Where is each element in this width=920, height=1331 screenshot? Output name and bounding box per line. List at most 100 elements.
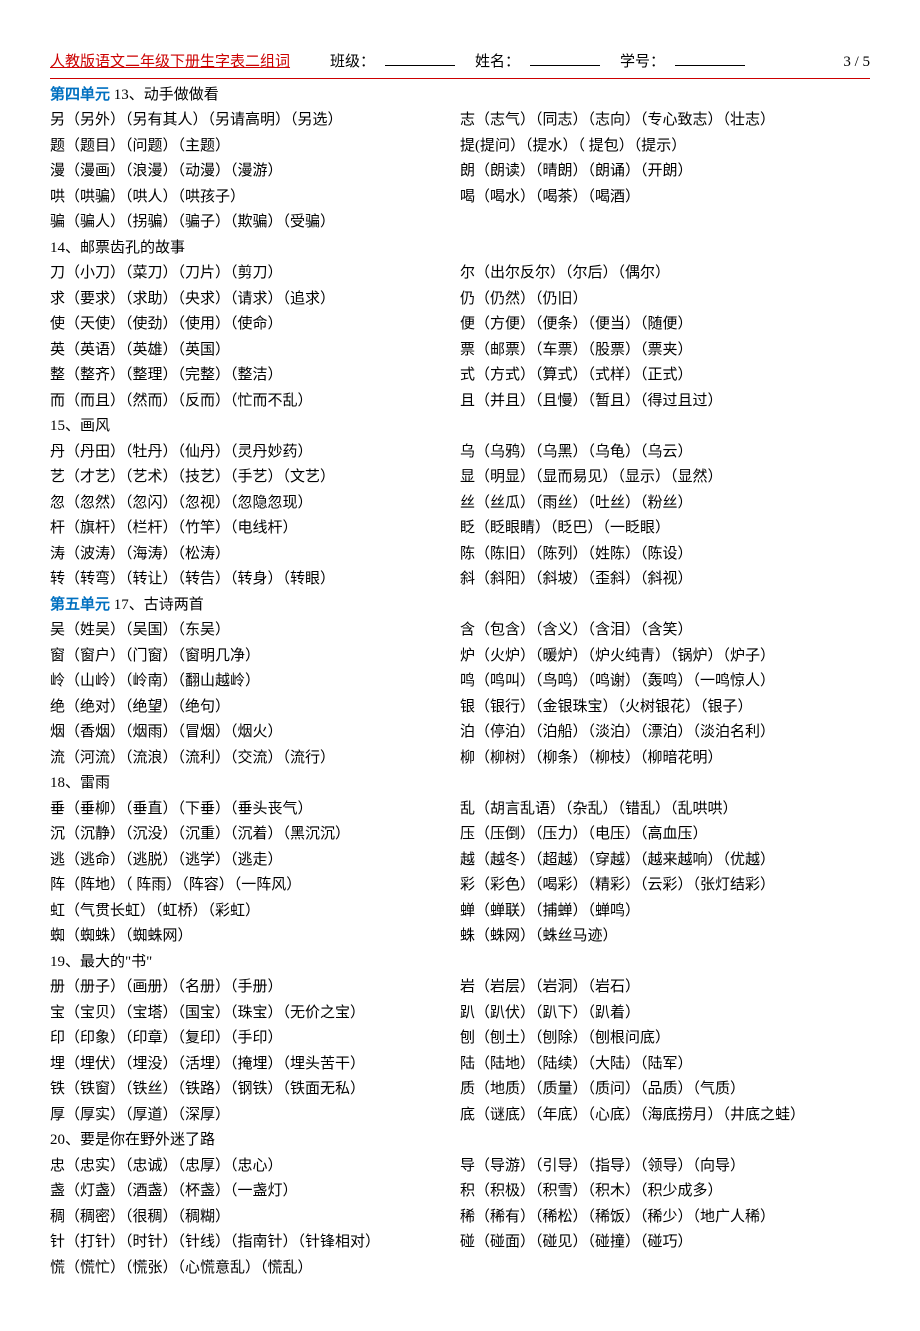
word-row: 吴（姓吴）（吴国）（东吴）含（包含）（含义）（含泪）（含笑） [50, 618, 870, 644]
word-entry-right: 斜（斜阳）（斜坡）（歪斜）（斜视） [460, 567, 870, 593]
word-row: 慌（慌忙）（慌张）（心慌意乱）（慌乱） [50, 1256, 870, 1282]
word-entry-left: 另（另外）（另有其人）（另请高明）（另选） [50, 108, 460, 134]
word-entry-right: 且（并且）（且慢）（暂且）（得过且过） [460, 389, 870, 415]
word-row: 厚（厚实）（厚道）（深厚）底（谜底）（年底）（心底）（海底捞月）（井底之蛙） [50, 1103, 870, 1129]
class-label: 班级： [330, 50, 375, 76]
word-entry-left: 而（而且）（然而）（反而）（忙而不乱） [50, 389, 460, 415]
class-blank [385, 50, 455, 66]
word-entry-left: 厚（厚实）（厚道）（深厚） [50, 1103, 460, 1129]
page-header: 人教版语文二年级下册生字表二组词 班级： 姓名： 学号： 3 / 5 [50, 50, 870, 79]
word-entry-right: 底（谜底）（年底）（心底）（海底捞月）（井底之蛙） [460, 1103, 870, 1129]
word-entry-right: 陆（陆地）（陆续）（大陆）（陆军） [460, 1052, 870, 1078]
word-entry-right: 乱（胡言乱语）（杂乱）（错乱）（乱哄哄） [460, 797, 870, 823]
word-row: 忠（忠实）（忠诚）（忠厚）（忠心）导（导游）（引导）（指导）（领导）（向导） [50, 1154, 870, 1180]
word-entry-right [460, 1256, 870, 1282]
word-entry-right: 鸣（鸣叫）（鸟鸣）（鸣谢）（轰鸣）（一鸣惊人） [460, 669, 870, 695]
word-entry-right: 刨（刨土）（刨除）（刨根问底） [460, 1026, 870, 1052]
word-row: 艺（才艺）（艺术）（技艺）（手艺）（文艺）显（明显）（显而易见）（显示）（显然） [50, 465, 870, 491]
word-entry-left: 册（册子）（画册）（名册）（手册） [50, 975, 460, 1001]
word-row: 漫（漫画）（浪漫）（动漫）（漫游）朗（朗读）（晴朗）（朗诵）（开朗） [50, 159, 870, 185]
lesson-heading: 18、雷雨 [50, 771, 870, 797]
word-entry-left: 漫（漫画）（浪漫）（动漫）（漫游） [50, 159, 460, 185]
word-entry-left: 忽（忽然）（忽闪）（忽视）（忽隐忽现） [50, 491, 460, 517]
word-entry-right: 仍（仍然）（仍旧） [460, 287, 870, 313]
word-entry-right: 喝（喝水）（喝茶）（喝酒） [460, 185, 870, 211]
lesson-heading: 15、画风 [50, 414, 870, 440]
word-entry-right: 蝉（蝉联）（捕蝉）（蝉鸣） [460, 899, 870, 925]
word-entry-left: 铁（铁窗）（铁丝）（铁路）（钢铁）（铁面无私） [50, 1077, 460, 1103]
word-entry-left: 逃（逃命）（逃脱）（逃学）（逃走） [50, 848, 460, 874]
word-entry-right: 朗（朗读）（晴朗）（朗诵）（开朗） [460, 159, 870, 185]
word-entry-right: 志（志气）（同志）（志向）（专心致志）（壮志） [460, 108, 870, 134]
word-row: 岭（山岭）（岭南）（翻山越岭）鸣（鸣叫）（鸟鸣）（鸣谢）（轰鸣）（一鸣惊人） [50, 669, 870, 695]
word-entry-right: 含（包含）（含义）（含泪）（含笑） [460, 618, 870, 644]
word-entry-left: 艺（才艺）（艺术）（技艺）（手艺）（文艺） [50, 465, 460, 491]
unit-label: 第五单元 [50, 597, 110, 613]
word-entry-left: 印（印象）（印章）（复印）（手印） [50, 1026, 460, 1052]
word-entry-right [460, 210, 870, 236]
word-entry-left: 刀（小刀）（菜刀）（刀片）（剪刀） [50, 261, 460, 287]
word-entry-right: 碰（碰面）（碰见）（碰撞）（碰巧） [460, 1230, 870, 1256]
word-row: 涛（波涛）（海涛）（松涛）陈（陈旧）（陈列）（姓陈）（陈设） [50, 542, 870, 568]
word-entry-left: 垂（垂柳）（垂直）（下垂）（垂头丧气） [50, 797, 460, 823]
word-row: 绝（绝对）（绝望）（绝句）银（银行）（金银珠宝）（火树银花）（银子） [50, 695, 870, 721]
word-entry-left: 哄（哄骗）（哄人）（哄孩子） [50, 185, 460, 211]
word-row: 宝（宝贝）（宝塔）（国宝）（珠宝）（无价之宝）趴（趴伏）（趴下）（趴着） [50, 1001, 870, 1027]
word-entry-left: 杆（旗杆）（栏杆）（竹竿）（电线杆） [50, 516, 460, 542]
word-entry-right: 便（方便）（便条）（便当）（随便） [460, 312, 870, 338]
word-row: 使（天使）（使劲）（使用）（使命）便（方便）（便条）（便当）（随便） [50, 312, 870, 338]
word-row: 骗（骗人）（拐骗）（骗子）（欺骗）（受骗） [50, 210, 870, 236]
lesson-label: 13、动手做做看 [110, 87, 219, 103]
word-row: 另（另外）（另有其人）（另请高明）（另选）志（志气）（同志）（志向）（专心致志）… [50, 108, 870, 134]
word-entry-left: 整（整齐）（整理）（完整）（整洁） [50, 363, 460, 389]
word-row: 求（要求）（求助）（央求）（请求）（追求）仍（仍然）（仍旧） [50, 287, 870, 313]
doc-title: 人教版语文二年级下册生字表二组词 [50, 50, 290, 76]
word-row: 垂（垂柳）（垂直）（下垂）（垂头丧气）乱（胡言乱语）（杂乱）（错乱）（乱哄哄） [50, 797, 870, 823]
lesson-label: 17、古诗两首 [110, 597, 204, 613]
word-entry-left: 题（题目）（问题）（主题） [50, 134, 460, 160]
word-entry-left: 沉（沉静）（沉没）（沉重）（沉着）（黑沉沉） [50, 822, 460, 848]
word-row: 英（英语）（英雄）（英国）票（邮票）（车票）（股票）（票夹） [50, 338, 870, 364]
word-row: 杆（旗杆）（栏杆）（竹竿）（电线杆）眨（眨眼睛）（眨巴）（一眨眼） [50, 516, 870, 542]
word-row: 窗（窗户）（门窗）（窗明几净）炉（火炉）（暖炉）（炉火纯青）（锅炉）（炉子） [50, 644, 870, 670]
word-entry-left: 烟（香烟）（烟雨）（冒烟）（烟火） [50, 720, 460, 746]
word-row: 烟（香烟）（烟雨）（冒烟）（烟火）泊（停泊）（泊船）（淡泊）（漂泊）（淡泊名利） [50, 720, 870, 746]
word-row: 沉（沉静）（沉没）（沉重）（沉着）（黑沉沉）压（压倒）（压力）（电压）（高血压） [50, 822, 870, 848]
word-entry-left: 骗（骗人）（拐骗）（骗子）（欺骗）（受骗） [50, 210, 460, 236]
word-entry-right: 眨（眨眼睛）（眨巴）（一眨眼） [460, 516, 870, 542]
word-row: 转（转弯）（转让）（转告）（转身）（转眼）斜（斜阳）（斜坡）（歪斜）（斜视） [50, 567, 870, 593]
word-row: 稠（稠密）（很稠）（稠糊）稀（稀有）（稀松）（稀饭）（稀少）（地广人稀） [50, 1205, 870, 1231]
word-entry-right: 提(提问）（提水）（ 提包）（提示） [460, 134, 870, 160]
word-row: 蜘（蜘蛛）（蜘蛛网）蛛（蛛网）（蛛丝马迹） [50, 924, 870, 950]
word-row: 丹（丹田）（牡丹）（仙丹）（灵丹妙药）乌（乌鸦）（乌黑）（乌龟）（乌云） [50, 440, 870, 466]
word-row: 册（册子）（画册）（名册）（手册）岩（岩层）（岩洞）（岩石） [50, 975, 870, 1001]
word-entry-left: 绝（绝对）（绝望）（绝句） [50, 695, 460, 721]
word-entry-left: 忠（忠实）（忠诚）（忠厚）（忠心） [50, 1154, 460, 1180]
word-row: 哄（哄骗）（哄人）（哄孩子）喝（喝水）（喝茶）（喝酒） [50, 185, 870, 211]
word-entry-right: 积（积极）（积雪）（积木）（积少成多） [460, 1179, 870, 1205]
word-entry-right: 越（越冬）（超越）（穿越）（越来越响）（优越） [460, 848, 870, 874]
word-entry-right: 银（银行）（金银珠宝）（火树银花）（银子） [460, 695, 870, 721]
lesson-heading: 20、要是你在野外迷了路 [50, 1128, 870, 1154]
word-row: 流（河流）（流浪）（流利）（交流）（流行）柳（柳树）（柳条）（柳枝）（柳暗花明） [50, 746, 870, 772]
word-entry-right: 式（方式）（算式）（式样）（正式） [460, 363, 870, 389]
document-body: 第四单元 13、动手做做看另（另外）（另有其人）（另请高明）（另选）志（志气）（… [50, 83, 870, 1282]
word-entry-left: 流（河流）（流浪）（流利）（交流）（流行） [50, 746, 460, 772]
word-entry-left: 使（天使）（使劲）（使用）（使命） [50, 312, 460, 338]
word-entry-left: 蜘（蜘蛛）（蜘蛛网） [50, 924, 460, 950]
word-entry-right: 泊（停泊）（泊船）（淡泊）（漂泊）（淡泊名利） [460, 720, 870, 746]
word-row: 虹（气贯长虹）（虹桥）（彩虹）蝉（蝉联）（捕蝉）（蝉鸣） [50, 899, 870, 925]
word-row: 刀（小刀）（菜刀）（刀片）（剪刀）尔（出尔反尔）（尔后）（偶尔） [50, 261, 870, 287]
unit-heading: 第五单元 17、古诗两首 [50, 593, 870, 619]
word-row: 而（而且）（然而）（反而）（忙而不乱）且（并且）（且慢）（暂且）（得过且过） [50, 389, 870, 415]
word-row: 针（打针）（时针）（针线）（指南针）（针锋相对）碰（碰面）（碰见）（碰撞）（碰巧… [50, 1230, 870, 1256]
word-entry-right: 陈（陈旧）（陈列）（姓陈）（陈设） [460, 542, 870, 568]
word-entry-left: 盏（灯盏）（酒盏）（杯盏）（一盏灯） [50, 1179, 460, 1205]
word-row: 阵（阵地）（ 阵雨）（阵容）（一阵风）彩（彩色）（喝彩）（精彩）（云彩）（张灯结… [50, 873, 870, 899]
word-entry-right: 稀（稀有）（稀松）（稀饭）（稀少）（地广人稀） [460, 1205, 870, 1231]
word-entry-right: 炉（火炉）（暖炉）（炉火纯青）（锅炉）（炉子） [460, 644, 870, 670]
word-row: 忽（忽然）（忽闪）（忽视）（忽隐忽现）丝（丝瓜）（雨丝）（吐丝）（粉丝） [50, 491, 870, 517]
word-entry-left: 慌（慌忙）（慌张）（心慌意乱）（慌乱） [50, 1256, 460, 1282]
word-entry-left: 稠（稠密）（很稠）（稠糊） [50, 1205, 460, 1231]
unit-label: 第四单元 [50, 87, 110, 103]
